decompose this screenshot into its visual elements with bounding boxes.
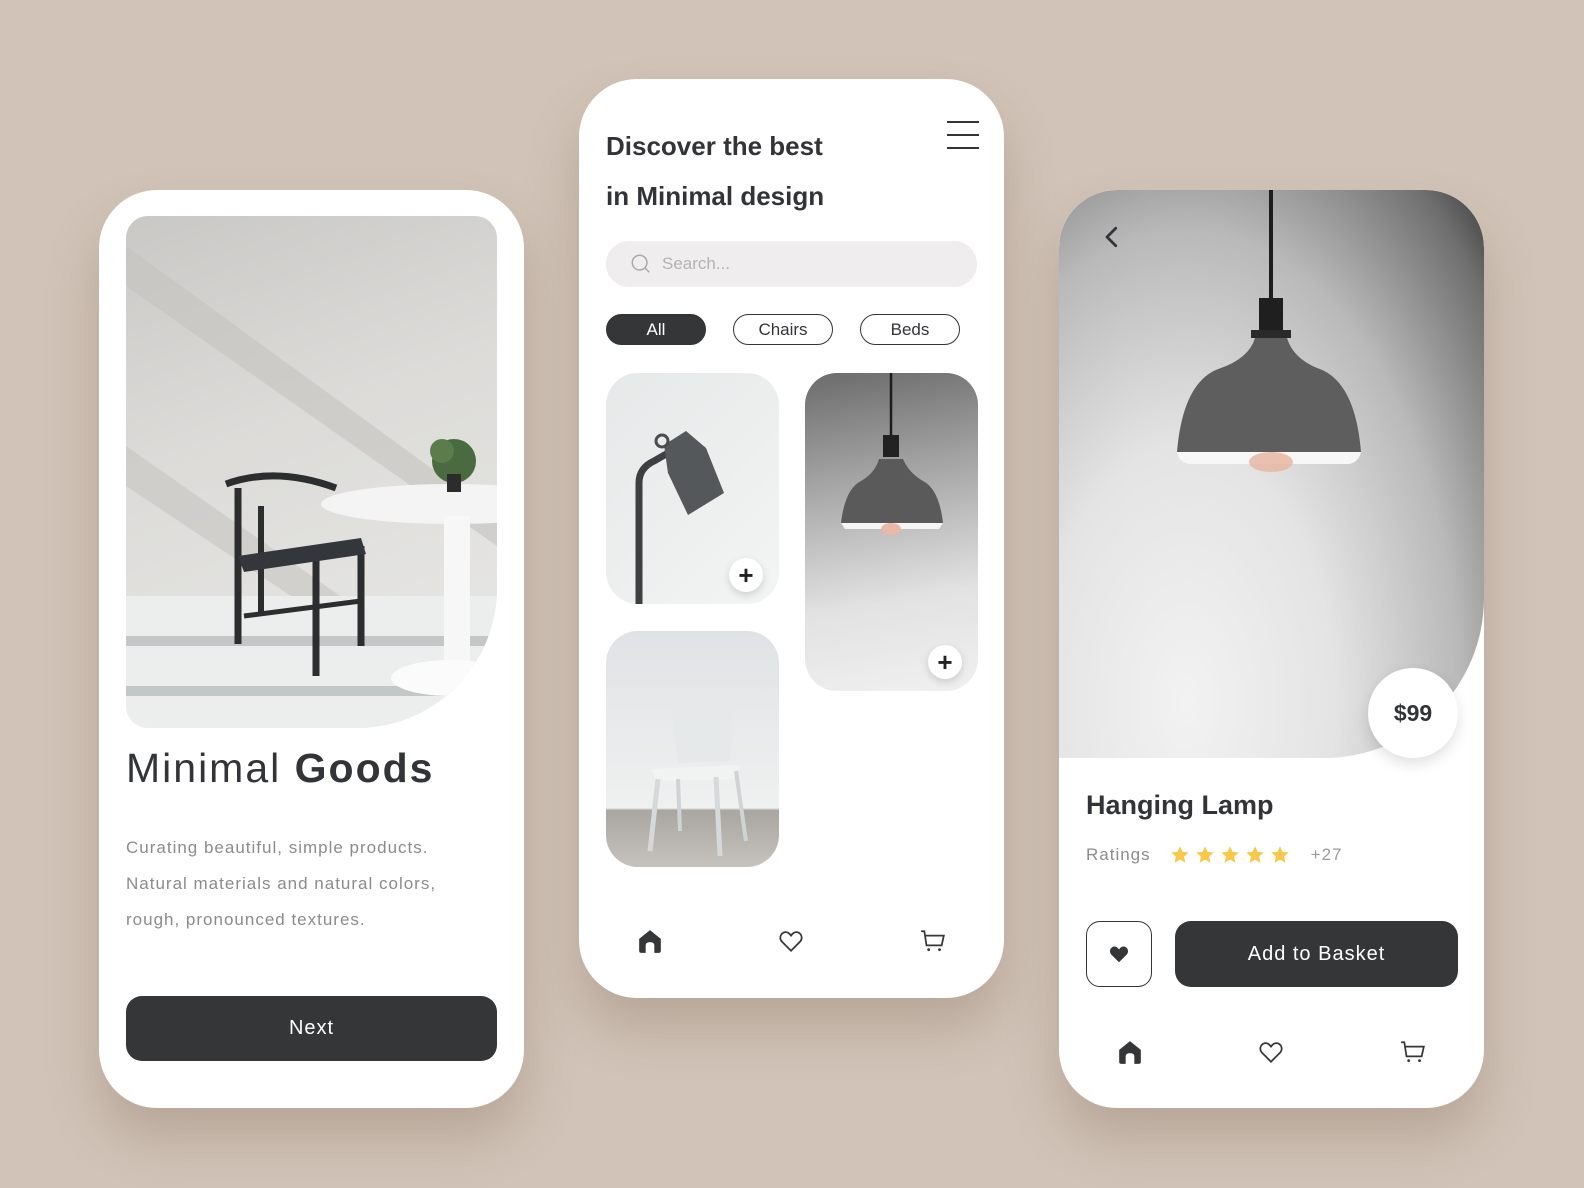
- description-line: rough, pronounced textures.: [126, 910, 366, 929]
- onboarding-description: Curating beautiful, simple products. Nat…: [126, 830, 496, 938]
- filter-chip-all[interactable]: All: [606, 314, 706, 345]
- price-badge: $99: [1368, 668, 1458, 758]
- add-to-cart-button[interactable]: +: [729, 558, 763, 592]
- title-line-1: Discover the best: [606, 131, 823, 161]
- onboarding-title: Minimal Goods: [126, 745, 434, 792]
- title-light-text: Minimal: [126, 745, 282, 791]
- title-line-2: in Minimal design: [606, 181, 825, 211]
- nav-cart[interactable]: [1393, 1032, 1433, 1072]
- catalog-screen: Discover the best in Minimal design Sear…: [579, 79, 1004, 998]
- star-icon: [1220, 846, 1239, 863]
- nav-favorites[interactable]: [771, 921, 811, 961]
- ratings-label: Ratings: [1086, 845, 1151, 864]
- nav-favorites[interactable]: [1251, 1032, 1291, 1072]
- back-button[interactable]: [1097, 222, 1127, 252]
- product-card-floor-lamp[interactable]: +: [606, 373, 779, 604]
- search-placeholder: Search...: [662, 254, 731, 273]
- product-detail-screen: $99 Hanging Lamp Ratings +27 Add to Bask…: [1059, 190, 1484, 1108]
- star-rating: [1169, 844, 1291, 866]
- filter-chip-chairs[interactable]: Chairs: [733, 314, 833, 345]
- chair-and-table-photo: [126, 216, 497, 728]
- heart-icon: [1259, 1042, 1284, 1063]
- white-chair-photo: [647, 707, 748, 857]
- heart-filled-icon: [1109, 946, 1129, 963]
- cart-icon: [1401, 1041, 1426, 1063]
- chair-scene-illustration: [126, 246, 497, 728]
- heart-icon: [779, 931, 804, 952]
- nav-home[interactable]: [630, 921, 670, 961]
- star-icon: [1170, 846, 1189, 863]
- home-icon: [638, 930, 661, 953]
- search-icon: [631, 254, 650, 273]
- pendant-lamp-photo: [841, 373, 943, 535]
- description-line: Natural materials and natural colors,: [126, 874, 437, 893]
- product-name: Hanging Lamp: [1086, 790, 1274, 820]
- page-title: Discover the best in Minimal design: [606, 121, 824, 221]
- search-input[interactable]: Search...: [606, 241, 977, 287]
- bottom-navigation: [579, 921, 1004, 961]
- rating-count: +27: [1310, 845, 1343, 864]
- product-card-pendant-lamp[interactable]: +: [805, 373, 978, 691]
- ratings-row: Ratings +27: [1086, 844, 1342, 866]
- cart-icon: [921, 930, 946, 952]
- star-icon: [1245, 846, 1264, 863]
- bottom-navigation: [1059, 1032, 1484, 1072]
- chevron-left-icon: [1105, 226, 1118, 248]
- star-icon: [1195, 846, 1214, 863]
- home-icon: [1118, 1041, 1141, 1064]
- onboarding-screen: Minimal Goods Curating beautiful, simple…: [99, 190, 524, 1108]
- add-to-cart-button[interactable]: +: [928, 645, 962, 679]
- product-card-white-chair[interactable]: [606, 631, 779, 867]
- title-bold-text: Goods: [294, 745, 435, 791]
- filter-chip-beds[interactable]: Beds: [860, 314, 960, 345]
- nav-home[interactable]: [1110, 1032, 1150, 1072]
- star-icon: [1270, 846, 1289, 863]
- favorite-button[interactable]: [1086, 921, 1152, 987]
- description-line: Curating beautiful, simple products.: [126, 838, 429, 857]
- nav-cart[interactable]: [913, 921, 953, 961]
- hamburger-menu-icon[interactable]: [947, 121, 979, 151]
- add-to-basket-button[interactable]: Add to Basket: [1175, 921, 1458, 987]
- next-button[interactable]: Next: [126, 996, 497, 1061]
